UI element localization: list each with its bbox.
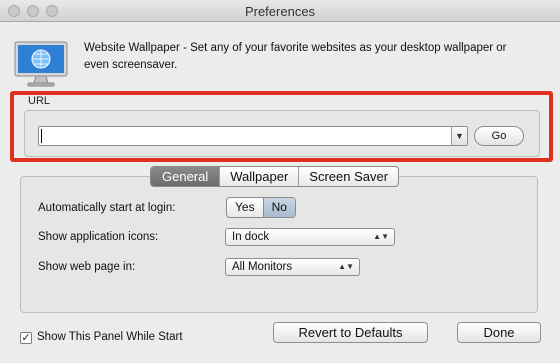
show-icons-select[interactable]: In dock ▲▼	[225, 228, 395, 246]
show-panel-label[interactable]: Show This Panel While Start	[37, 331, 183, 343]
show-web-page-select[interactable]: All Monitors ▲▼	[225, 258, 360, 276]
show-icons-label: Show application icons:	[38, 231, 159, 243]
window-title: Preferences	[244, 4, 316, 19]
up-down-arrows-icon: ▲▼	[338, 262, 354, 271]
title-bar: Preferences	[0, 0, 560, 22]
url-highlight-box	[10, 91, 553, 162]
show-web-page-value: All Monitors	[232, 261, 293, 273]
show-icons-value: In dock	[232, 231, 270, 243]
tab-wallpaper[interactable]: Wallpaper	[219, 167, 298, 186]
revert-to-defaults-button[interactable]: Revert to Defaults	[273, 322, 428, 343]
app-description: Website Wallpaper - Set any of your favo…	[84, 42, 507, 71]
tab-general[interactable]: General	[151, 167, 220, 186]
tab-screen-saver[interactable]: Screen Saver	[298, 167, 398, 186]
show-web-page-label: Show web page in:	[38, 261, 136, 273]
tab-bar: General Wallpaper Screen Saver	[150, 166, 400, 187]
auto-start-label: Automatically start at login:	[38, 202, 176, 214]
monitor-globe-icon	[14, 41, 68, 87]
show-panel-checkbox[interactable]: ✓	[20, 332, 32, 344]
auto-start-toggle[interactable]: Yes No	[226, 197, 296, 218]
done-button[interactable]: Done	[457, 322, 541, 343]
auto-start-no[interactable]: No	[262, 198, 295, 217]
auto-start-yes[interactable]: Yes	[227, 198, 263, 217]
up-down-arrows-icon: ▲▼	[373, 232, 389, 241]
